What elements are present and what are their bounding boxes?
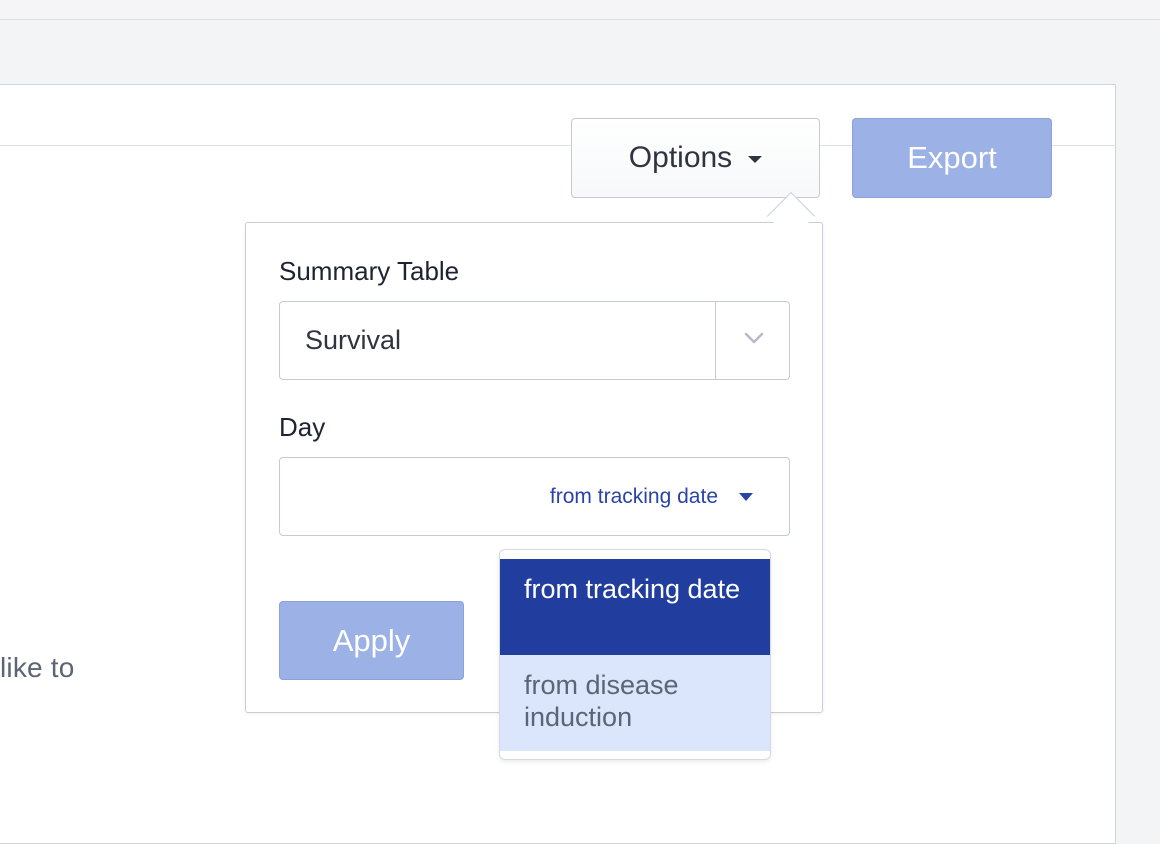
- top-header-strip: [0, 0, 1160, 20]
- export-button[interactable]: Export: [852, 118, 1052, 198]
- options-button-label: Options: [628, 141, 733, 174]
- summary-table-label: Summary Table: [279, 256, 460, 286]
- summary-table-selected-value: Survival: [305, 325, 402, 355]
- background-body-text: like to: [0, 652, 75, 683]
- apply-button-label: Apply: [332, 622, 411, 658]
- options-button[interactable]: Options: [571, 118, 820, 198]
- day-options-dropdown: from tracking date from disease inductio…: [499, 549, 771, 760]
- apply-button[interactable]: Apply: [279, 601, 464, 680]
- select-separator: [715, 302, 716, 379]
- chevron-down-icon[interactable]: [744, 328, 764, 348]
- day-option-tracking-date[interactable]: from tracking date: [500, 559, 770, 655]
- export-button-label: Export: [907, 140, 997, 175]
- caret-down-icon: [748, 156, 763, 163]
- day-option-disease-induction[interactable]: from disease induction: [500, 655, 770, 751]
- day-selected-value: from tracking date: [549, 485, 718, 508]
- summary-table-select[interactable]: Survival: [279, 301, 790, 380]
- day-label: Day: [279, 412, 326, 442]
- day-select[interactable]: from tracking date: [279, 457, 790, 536]
- caret-down-icon: [739, 493, 753, 501]
